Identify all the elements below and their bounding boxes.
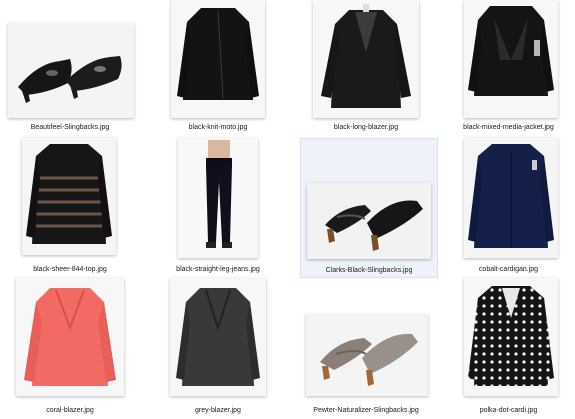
file-name-label: black-mixed-media-jacket.jpg (463, 124, 554, 131)
file-item[interactable]: Beautifeel-Slingbacks.jpg (0, 0, 140, 138)
file-name-label: Clarks-Black-Slingbacks.jpg (325, 267, 413, 274)
black-blazer-thumbnail (313, 0, 419, 118)
black-sheer-top-thumbnail (22, 138, 116, 255)
file-name-label: polka-dot-cardi.jpg (479, 407, 538, 414)
grey-blazer-thumbnail (170, 278, 266, 396)
file-name-label: cobalt-cardigan.jpg (478, 266, 539, 273)
black-moto-jacket-thumbnail (171, 0, 265, 118)
file-name-label: grey-blazer.jpg (195, 407, 241, 414)
black-slingback-shoes-thumbnail (8, 23, 134, 118)
file-item[interactable]: black-mixed-media-jacket.jpg (442, 0, 575, 138)
file-name-label: black-straight-leg-jeans.jpg (176, 266, 260, 273)
pewter-sandals-thumbnail (306, 314, 428, 396)
file-item[interactable]: black-long-blazer.jpg (296, 0, 436, 138)
file-name-label: Beautifeel-Slingbacks.jpg (30, 124, 110, 131)
file-item[interactable]: cobalt-cardigan.jpg (442, 138, 575, 278)
file-item-selected[interactable]: Clarks-Black-Slingbacks.jpg (300, 138, 438, 278)
file-name-label: black-sheer-844-top.jpg (33, 266, 107, 273)
file-item[interactable]: polka-dot-cardi.jpg (442, 278, 575, 419)
polka-dot-cardigan-thumbnail (464, 278, 558, 396)
file-name-label: black-long-blazer.jpg (333, 124, 399, 131)
file-item[interactable]: black-straight-leg-jeans.jpg (148, 138, 288, 278)
coral-blazer-thumbnail (16, 278, 124, 396)
navy-cardigan-thumbnail (464, 138, 558, 258)
file-item[interactable]: Pewter-Naturalizer-Slingbacks.jpg (296, 278, 436, 419)
black-jeans-thumbnail (178, 138, 258, 258)
file-name-label: black-knit-moto.jpg (188, 124, 248, 131)
file-item[interactable]: grey-blazer.jpg (148, 278, 288, 419)
black-leather-jacket-thumbnail (464, 0, 558, 118)
file-item[interactable]: black-sheer-844-top.jpg (0, 138, 140, 278)
file-name-label: Pewter-Naturalizer-Slingbacks.jpg (313, 407, 419, 414)
file-item[interactable]: black-knit-moto.jpg (148, 0, 288, 138)
black-sandals-thumbnail (307, 183, 431, 259)
file-item[interactable]: coral-blazer.jpg (0, 278, 140, 419)
file-name-label: coral-blazer.jpg (46, 407, 94, 414)
